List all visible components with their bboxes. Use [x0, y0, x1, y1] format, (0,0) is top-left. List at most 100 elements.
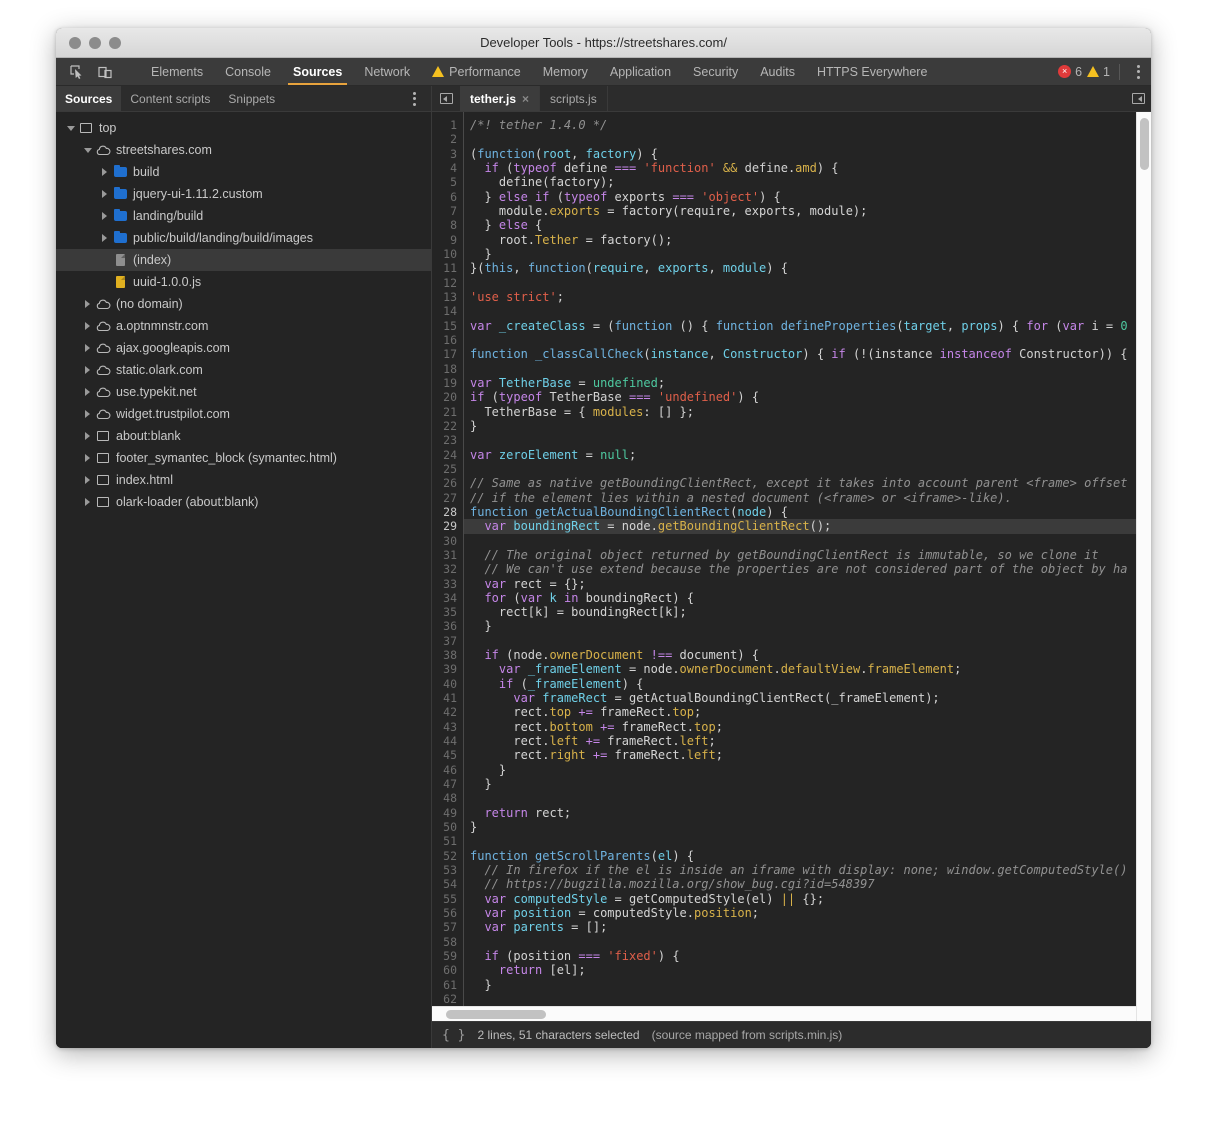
line-number[interactable]: 19	[432, 376, 463, 390]
chevron-right-icon[interactable]	[81, 388, 94, 396]
line-number[interactable]: 6	[432, 190, 463, 204]
code-line[interactable]	[470, 834, 1151, 848]
tab-network[interactable]: Network	[353, 58, 421, 85]
line-number[interactable]: 39	[432, 662, 463, 676]
code-line[interactable]: rect.right += frameRect.left;	[470, 748, 1151, 762]
scrollbar-thumb[interactable]	[1140, 118, 1149, 170]
code-line[interactable]: // https://bugzilla.mozilla.org/show_bug…	[470, 877, 1151, 891]
line-number[interactable]: 44	[432, 734, 463, 748]
tree-item[interactable]: uuid-1.0.0.js	[56, 271, 431, 293]
code-line[interactable]: if (_frameElement) {	[470, 677, 1151, 691]
chevron-right-icon[interactable]	[81, 300, 94, 308]
line-number[interactable]: 36	[432, 619, 463, 633]
tree-item[interactable]: top	[56, 117, 431, 139]
tree-item[interactable]: about:blank	[56, 425, 431, 447]
zoom-button[interactable]	[109, 36, 121, 49]
line-number[interactable]: 51	[432, 834, 463, 848]
error-count-badge[interactable]: × 6	[1058, 65, 1082, 79]
chevron-right-icon[interactable]	[81, 454, 94, 462]
tree-item[interactable]: a.optnmnstr.com	[56, 315, 431, 337]
code-line[interactable]: var parents = [];	[470, 920, 1151, 934]
source-code[interactable]: /*! tether 1.4.0 */ (function(root, fact…	[464, 112, 1151, 1021]
code-line[interactable]	[470, 992, 1151, 1006]
line-number[interactable]: 56	[432, 906, 463, 920]
line-number[interactable]: 46	[432, 763, 463, 777]
code-line[interactable]: return rect;	[470, 806, 1151, 820]
line-number[interactable]: 50	[432, 820, 463, 834]
tab-application[interactable]: Application	[599, 58, 682, 85]
code-line[interactable]: }	[470, 777, 1151, 791]
line-number[interactable]: 41	[432, 691, 463, 705]
code-line[interactable]: var frameRect = getActualBoundingClientR…	[470, 691, 1151, 705]
line-number[interactable]: 33	[432, 577, 463, 591]
more-options-icon[interactable]	[1129, 64, 1147, 79]
line-number[interactable]: 29	[432, 519, 463, 533]
tree-item[interactable]: (no domain)	[56, 293, 431, 315]
chevron-right-icon[interactable]	[81, 322, 94, 330]
chevron-right-icon[interactable]	[81, 432, 94, 440]
tree-item[interactable]: olark-loader (about:blank)	[56, 491, 431, 513]
code-line[interactable]: function getScrollParents(el) {	[470, 849, 1151, 863]
line-number[interactable]: 55	[432, 892, 463, 906]
code-line[interactable]: var TetherBase = undefined;	[470, 376, 1151, 390]
code-line[interactable]: function _classCallCheck(instance, Const…	[470, 347, 1151, 361]
chevron-right-icon[interactable]	[98, 168, 111, 176]
tab-audits[interactable]: Audits	[749, 58, 806, 85]
line-number[interactable]: 17	[432, 347, 463, 361]
code-line[interactable]: module.exports = factory(require, export…	[470, 204, 1151, 218]
tree-item[interactable]: streetshares.com	[56, 139, 431, 161]
tab-https-everywhere[interactable]: HTTPS Everywhere	[806, 58, 938, 85]
line-number[interactable]: 52	[432, 849, 463, 863]
code-line[interactable]: var computedStyle = getComputedStyle(el)…	[470, 892, 1151, 906]
tab-console[interactable]: Console	[214, 58, 282, 85]
code-line[interactable]: /*! tether 1.4.0 */	[470, 118, 1151, 132]
code-line[interactable]: TetherBase = { modules: [] };	[470, 405, 1151, 419]
code-line[interactable]: var boundingRect = node.getBoundingClien…	[464, 519, 1151, 534]
code-line[interactable]: }	[470, 247, 1151, 261]
code-line[interactable]: for (var k in boundingRect) {	[470, 591, 1151, 605]
line-number[interactable]: 2	[432, 132, 463, 146]
editor-tab-scripts-js[interactable]: scripts.js	[540, 86, 608, 111]
tab-performance[interactable]: Performance	[421, 58, 532, 85]
line-number[interactable]: 49	[432, 806, 463, 820]
code-line[interactable]: rect.top += frameRect.top;	[470, 705, 1151, 719]
line-number[interactable]: 3	[432, 147, 463, 161]
code-line[interactable]: // We can't use extend because the prope…	[470, 562, 1151, 576]
line-number[interactable]: 45	[432, 748, 463, 762]
line-number[interactable]: 10	[432, 247, 463, 261]
code-line[interactable]	[470, 534, 1151, 548]
code-line[interactable]: var zeroElement = null;	[470, 448, 1151, 462]
code-line[interactable]: define(factory);	[470, 175, 1151, 189]
code-line[interactable]: if (position === 'fixed') {	[470, 949, 1151, 963]
line-number[interactable]: 32	[432, 562, 463, 576]
editor-vertical-scrollbar[interactable]	[1136, 112, 1151, 1021]
code-line[interactable]: rect.bottom += frameRect.top;	[470, 720, 1151, 734]
line-number[interactable]: 47	[432, 777, 463, 791]
line-number[interactable]: 40	[432, 677, 463, 691]
code-line[interactable]: } else if (typeof exports === 'object') …	[470, 190, 1151, 204]
line-number[interactable]: 27	[432, 491, 463, 505]
editor-horizontal-scrollbar[interactable]	[432, 1006, 1136, 1021]
close-icon[interactable]: ×	[522, 92, 529, 106]
device-toolbar-icon[interactable]	[95, 62, 115, 82]
code-line[interactable]	[470, 935, 1151, 949]
code-line[interactable]: }	[470, 763, 1151, 777]
tree-item[interactable]: static.olark.com	[56, 359, 431, 381]
code-line[interactable]: // if the element lies within a nested d…	[470, 491, 1151, 505]
line-number[interactable]: 38	[432, 648, 463, 662]
line-number[interactable]: 31	[432, 548, 463, 562]
line-number[interactable]: 9	[432, 233, 463, 247]
close-button[interactable]	[69, 36, 81, 49]
tree-item[interactable]: jquery-ui-1.11.2.custom	[56, 183, 431, 205]
code-line[interactable]: }	[470, 820, 1151, 834]
code-line[interactable]: var _createClass = (function () { functi…	[470, 319, 1151, 333]
line-number[interactable]: 11	[432, 261, 463, 275]
line-number[interactable]: 4	[432, 161, 463, 175]
nav-tab-sources[interactable]: Sources	[56, 86, 122, 111]
line-number[interactable]: 13	[432, 290, 463, 304]
chevron-down-icon[interactable]	[64, 125, 77, 131]
tree-item[interactable]: widget.trustpilot.com	[56, 403, 431, 425]
chevron-right-icon[interactable]	[81, 410, 94, 418]
code-line[interactable]: var _frameElement = node.ownerDocument.d…	[470, 662, 1151, 676]
inspect-element-icon[interactable]	[67, 62, 87, 82]
